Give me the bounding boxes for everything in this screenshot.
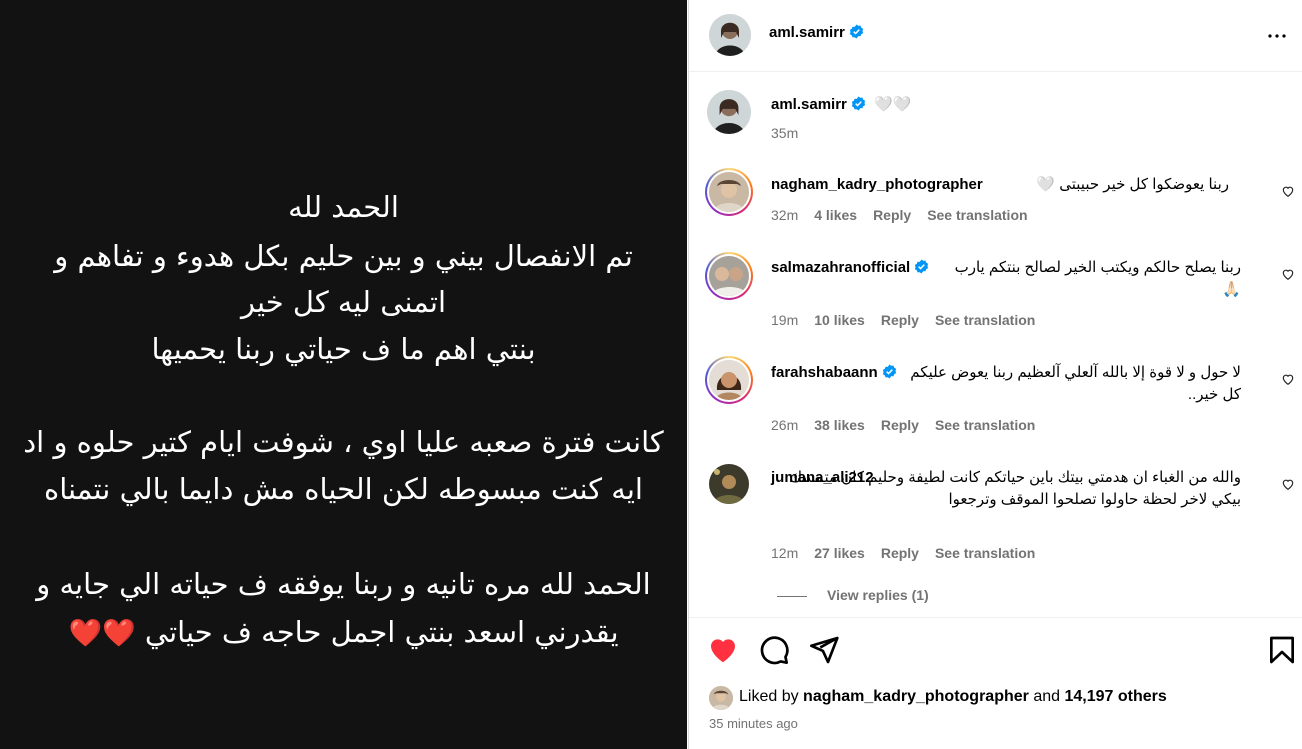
share-icon[interactable] [808,634,840,666]
verified-icon [849,24,863,39]
story-line-8-text: يقدرني اسعد بنتي اجمل حاجه ف حياتي [144,615,619,649]
comment-text-body: والله من الغباء ان هدمتي بيتك باين حياتك… [771,467,1241,511]
reply-divider [777,595,807,597]
bookmark-icon[interactable] [1266,634,1298,666]
comment-meta: 19m 10 likes Reply See translation [771,312,1051,328]
comment-avatar[interactable] [709,464,749,504]
story-image: الحمد لله تم الانفصال بيني و بين حليم بك… [0,0,687,749]
comment-avatar-ring[interactable] [705,252,753,300]
author-username-text[interactable]: aml.samirr [769,24,845,41]
heart-icon[interactable] [1281,267,1295,281]
comment-likes[interactable]: 27 likes [814,545,865,561]
comment-text-wrap: ربنا يصلح حالكم ويكتب الخير لصالح بنتكم … [954,259,1241,298]
comment-text-wrap: والله من الغباء ان هدمتي بيتك باين حياتك… [771,467,1241,511]
verified-icon [851,96,865,111]
liked-by-prefix: Liked by [739,688,799,705]
comment-time: 32m [771,207,799,223]
more-icon[interactable] [1265,24,1289,48]
reply-button[interactable]: Reply [881,312,919,328]
comment-text: ربنا يعوضكوا كل خير حبيبتى 🤍 [1036,176,1229,193]
heart-icon[interactable] [1281,372,1295,386]
caption-username[interactable]: aml.samirr 🤍🤍 [771,95,911,113]
comment-text-wrap: لا حول و لا قوة إلا بالله آلعلي آلعظيم ر… [910,364,1241,403]
story-line-3: اتمنى ليه كل خير [240,285,447,319]
comment-likes[interactable]: 38 likes [814,417,865,433]
comment-meta: 26m 38 likes Reply See translation [771,417,1051,433]
heart-icon[interactable] [707,634,739,666]
heart-icon[interactable] [1281,184,1295,198]
caption-time: 35m [771,125,799,141]
see-translation-button[interactable]: See translation [935,417,1035,433]
comment-text-body: لا حول و لا قوة إلا بالله آلعلي آلعظيم ر… [771,362,1241,406]
author-username[interactable]: aml.samirr [769,24,864,41]
story-line-6: ايه كنت مبسوطه لكن الحياه مش دايما بالي … [44,472,643,506]
comment-meta: 32m 4 likes Reply See translation [771,207,1044,223]
comment-text-body: ربنا يصلح حالكم ويكتب الخير لصالح بنتكم … [771,257,1241,301]
story-line-5: كانت فترة صعبه عليا اوي ، شوفت ايام كتير… [23,425,664,459]
caption-username-text[interactable]: aml.samirr [771,96,847,113]
story-line-4: بنتي اهم ما ف حياتي ربنا يحميها [151,332,536,366]
caption-text: 🤍🤍 [874,96,912,113]
comment-avatar-ring[interactable] [705,356,753,404]
see-translation-button[interactable]: See translation [935,312,1035,328]
comment-meta: 12m 27 likes Reply See translation [771,545,1051,561]
comment-avatar[interactable] [709,256,749,296]
hearts-emoji: ❤️❤️ [68,618,136,649]
liked-by-and: and [1033,688,1061,705]
comment-avatar[interactable] [709,360,749,400]
story-line-8: يقدرني اسعد بنتي اجمل حاجه ف حياتي ❤️❤️ [0,615,687,649]
see-translation-button[interactable]: See translation [935,545,1035,561]
comment-avatar-ring[interactable] [705,168,753,216]
reply-button[interactable]: Reply [873,207,911,223]
story-line-2: تم الانفصال بيني و بين حليم بكل هدوء و ت… [54,239,633,273]
caption-avatar[interactable] [707,90,751,134]
post-panel: aml.samirr aml.samirr 🤍🤍 35m nagham_kadr… [688,0,1302,749]
story-line-7: الحمد لله مره تانيه و ربنا يوفقه ف حياته… [36,567,651,601]
comment-time: 26m [771,417,799,433]
comment-time: 19m [771,312,799,328]
comment-time: 12m [771,545,799,561]
liked-by-user[interactable]: nagham_kadry_photographer [803,688,1029,705]
comment-likes[interactable]: 4 likes [814,207,857,223]
liked-by-others[interactable]: 14,197 others [1064,688,1166,705]
post-timestamp[interactable]: 35 minutes ago [709,716,798,731]
view-replies-button[interactable]: View replies (1) [777,587,929,603]
post-actions: Liked by nagham_kadry_photographer and 1… [689,617,1302,749]
liker-avatar[interactable] [709,686,733,710]
author-avatar[interactable] [709,14,751,56]
comment-icon[interactable] [758,634,790,666]
comment-avatar[interactable] [709,172,749,212]
comment-text-inner: والله من الغباء ان هدمتي بيتك باين حياتك… [789,469,1241,508]
see-translation-button[interactable]: See translation [927,207,1027,223]
heart-icon[interactable] [1281,477,1295,491]
reply-button[interactable]: Reply [881,545,919,561]
view-replies-label[interactable]: View replies (1) [827,587,929,603]
post-header: aml.samirr [689,0,1302,72]
reply-button[interactable]: Reply [881,417,919,433]
story-line-1: الحمد لله [288,190,399,224]
comment-likes[interactable]: 10 likes [814,312,865,328]
liked-by-text: Liked by nagham_kadry_photographer and 1… [739,688,1167,706]
